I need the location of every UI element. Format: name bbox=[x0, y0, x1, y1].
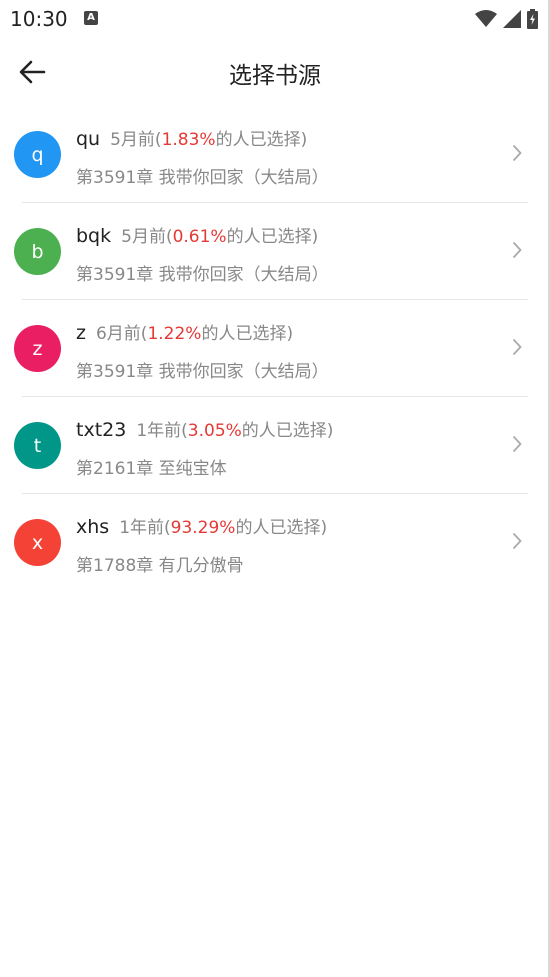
source-name: qu bbox=[76, 128, 101, 150]
source-list: q qu 5月前(1.83%的人已选择) 第3591章 我带你回家（大结局） b … bbox=[0, 106, 548, 591]
app-bar: 选择书源 bbox=[0, 40, 550, 104]
page-title: 选择书源 bbox=[229, 63, 321, 89]
source-avatar: z bbox=[14, 325, 61, 372]
source-title-line: qu 5月前(1.83%的人已选择) bbox=[76, 125, 307, 150]
source-avatar: x bbox=[14, 519, 61, 566]
status-time: 10:30 bbox=[10, 7, 68, 31]
source-age: 5月前( bbox=[121, 227, 173, 247]
source-title-line: bqk 5月前(0.61%的人已选择) bbox=[76, 222, 318, 247]
screen: 10:30 A 选择书源 q qu 5月前(1.83%的人已选择) 第3591章… bbox=[0, 0, 550, 977]
battery-icon bbox=[527, 9, 538, 29]
source-avatar: b bbox=[14, 228, 61, 275]
source-title-line: txt23 1年前(3.05%的人已选择) bbox=[76, 416, 333, 441]
source-title-line: xhs 1年前(93.29%的人已选择) bbox=[76, 513, 327, 538]
source-percent-suffix: 的人已选择) bbox=[241, 421, 334, 441]
source-latest-chapter: 第1788章 有几分傲骨 bbox=[76, 556, 244, 576]
source-percent-suffix: 的人已选择) bbox=[201, 324, 294, 344]
source-percent: 1.22% bbox=[147, 324, 202, 344]
source-name: bqk bbox=[76, 225, 112, 247]
source-avatar: t bbox=[14, 422, 61, 469]
notification-icon: A bbox=[84, 11, 98, 25]
chevron-right-icon bbox=[512, 144, 522, 162]
source-title-line: z 6月前(1.22%的人已选择) bbox=[76, 319, 293, 344]
source-percent-suffix: 的人已选择) bbox=[215, 130, 308, 150]
source-age: 6月前( bbox=[95, 324, 148, 344]
source-percent: 1.83% bbox=[161, 130, 216, 150]
source-age: 1年前( bbox=[119, 518, 171, 538]
source-item-bqk[interactable]: b bqk 5月前(0.61%的人已选择) 第3591章 我带你回家（大结局） bbox=[0, 203, 548, 300]
source-age: 1年前( bbox=[136, 421, 188, 441]
source-percent-suffix: 的人已选择) bbox=[226, 227, 319, 247]
source-avatar: q bbox=[14, 131, 61, 178]
source-age: 5月前( bbox=[110, 130, 162, 150]
status-icons bbox=[475, 9, 538, 29]
source-latest-chapter: 第2161章 至纯宝体 bbox=[76, 459, 227, 479]
chevron-right-icon bbox=[512, 532, 522, 550]
source-latest-chapter: 第3591章 我带你回家（大结局） bbox=[76, 168, 329, 188]
source-name: txt23 bbox=[76, 419, 127, 441]
source-percent: 3.05% bbox=[187, 421, 242, 441]
chevron-right-icon bbox=[512, 241, 522, 259]
wifi-icon bbox=[475, 10, 497, 27]
chevron-right-icon bbox=[512, 338, 522, 356]
cellular-signal-icon bbox=[503, 10, 521, 28]
source-item-qu[interactable]: q qu 5月前(1.83%的人已选择) 第3591章 我带你回家（大结局） bbox=[0, 106, 548, 203]
status-bar: 10:30 A bbox=[0, 0, 550, 40]
source-latest-chapter: 第3591章 我带你回家（大结局） bbox=[76, 362, 329, 382]
source-name: xhs bbox=[76, 516, 110, 538]
source-percent-suffix: 的人已选择) bbox=[235, 518, 328, 538]
source-percent: 93.29% bbox=[170, 518, 236, 538]
source-item-z[interactable]: z z 6月前(1.22%的人已选择) 第3591章 我带你回家（大结局） bbox=[0, 300, 548, 397]
source-item-xhs[interactable]: x xhs 1年前(93.29%的人已选择) 第1788章 有几分傲骨 bbox=[0, 494, 548, 591]
chevron-right-icon bbox=[512, 435, 522, 453]
source-percent: 0.61% bbox=[172, 227, 227, 247]
source-name: z bbox=[76, 322, 86, 344]
source-latest-chapter: 第3591章 我带你回家（大结局） bbox=[76, 265, 329, 285]
source-item-txt23[interactable]: t txt23 1年前(3.05%的人已选择) 第2161章 至纯宝体 bbox=[0, 397, 548, 494]
